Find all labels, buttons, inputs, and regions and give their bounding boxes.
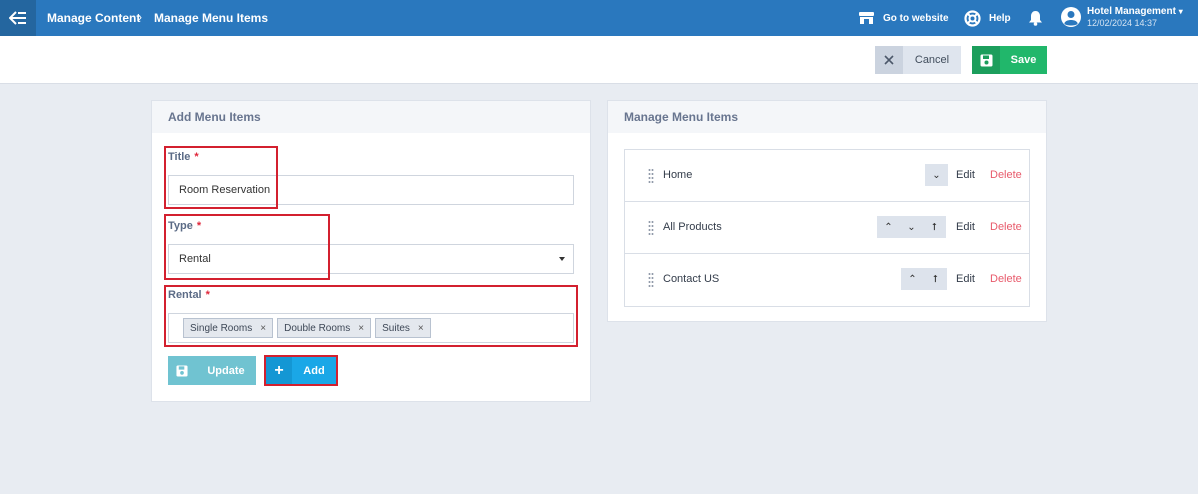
remove-tag-icon[interactable]: × [358, 323, 364, 334]
title-label-text: Title [168, 151, 191, 163]
breadcrumb-page: Manage Menu Items [154, 11, 269, 25]
title-input-value: Room Reservation [179, 184, 271, 196]
menu-toggle-button[interactable] [0, 0, 36, 36]
update-button[interactable]: Update [168, 356, 256, 385]
type-select[interactable]: Rental [168, 244, 574, 274]
remove-tag-icon[interactable]: × [418, 323, 424, 334]
drag-handle-icon[interactable] [648, 272, 654, 288]
user-menu[interactable]: Hotel Management ▾ 12/02/2024 14:37 [1060, 6, 1183, 32]
bell-icon [1029, 11, 1042, 26]
store-icon [859, 12, 874, 24]
rental-tag: Double Rooms × [277, 318, 372, 338]
caret-down-icon [559, 257, 565, 261]
move-up-icon[interactable]: ⌃ [901, 268, 924, 290]
move-down-icon[interactable]: ⌄ [900, 216, 923, 238]
reorder-controls: ⌃ ⌄ ⭡ [877, 216, 946, 238]
help-label: Help [989, 12, 1011, 24]
back-arrow-icon [9, 11, 26, 25]
update-label: Update [207, 364, 245, 377]
close-icon [875, 46, 903, 74]
rental-tag: Single Rooms × [183, 318, 274, 338]
rental-label-text: Rental [168, 289, 202, 301]
action-bar: Cancel Save [0, 36, 1198, 84]
plus-icon: + [266, 357, 292, 384]
reorder-controls: ⌃ ⭡ [901, 268, 947, 290]
rental-tag-label: Single Rooms [190, 322, 253, 334]
cancel-button[interactable]: Cancel [875, 46, 961, 74]
rental-tag: Suites × [375, 318, 431, 338]
drag-handle-icon[interactable] [648, 168, 654, 184]
delete-link[interactable]: Delete [990, 221, 1022, 233]
cancel-label: Cancel [914, 54, 950, 66]
go-to-website-label: Go to website [883, 12, 949, 24]
rental-multiselect[interactable]: Single Rooms × Double Rooms × Suites × [168, 313, 574, 343]
top-bar: Manage Content › Manage Menu Items Go to… [0, 0, 1198, 36]
delete-link[interactable]: Delete [990, 169, 1022, 181]
add-button[interactable]: + Add [266, 357, 336, 384]
type-field-label: Type * [168, 220, 201, 232]
notifications-button[interactable] [1028, 0, 1051, 36]
help-link[interactable]: Help [964, 0, 1011, 36]
move-down-icon[interactable]: ⌄ [925, 164, 948, 186]
title-input[interactable]: Room Reservation [168, 175, 574, 205]
rental-tag-label: Double Rooms [284, 322, 351, 334]
user-date: 12/02/2024 14:37 [1087, 18, 1158, 28]
breadcrumb-section[interactable]: Manage Content [47, 11, 140, 25]
drag-handle-icon[interactable] [648, 220, 654, 236]
floppy-disk-icon [972, 46, 1000, 74]
move-to-top-icon[interactable]: ⭡ [924, 268, 947, 290]
edit-link[interactable]: Edit [956, 169, 975, 181]
delete-link[interactable]: Delete [990, 273, 1022, 285]
reorder-controls: ⌄ [925, 164, 948, 186]
list-item[interactable]: Home ⌄ Edit Delete [625, 150, 1029, 202]
remove-tag-icon[interactable]: × [260, 323, 266, 334]
manage-menu-items-title: Manage Menu Items [608, 101, 1046, 133]
required-marker: * [194, 151, 199, 163]
title-field-label: Title * [168, 151, 199, 163]
menu-item-label: Home [663, 169, 693, 181]
edit-link[interactable]: Edit [956, 273, 975, 285]
edit-link[interactable]: Edit [956, 221, 975, 233]
rental-tag-label: Suites [382, 322, 410, 334]
lifebuoy-icon [964, 9, 981, 27]
user-dropdown-icon: ▾ [1178, 7, 1183, 16]
required-marker: * [196, 220, 202, 232]
rental-field-label: Rental * [168, 289, 210, 301]
user-name: Hotel Management [1087, 6, 1176, 17]
add-menu-items-title: Add Menu Items [152, 101, 590, 133]
list-item[interactable]: Contact US ⌃ ⭡ Edit Delete [625, 254, 1029, 306]
user-avatar-icon [1061, 7, 1081, 27]
type-label-text: Type [168, 220, 193, 232]
menu-items-list: Home ⌄ Edit Delete All Products ⌃ ⌄ ⭡ Ed… [624, 149, 1030, 307]
type-select-value: Rental [179, 253, 211, 265]
save-button[interactable]: Save [972, 46, 1047, 74]
go-to-website-link[interactable]: Go to website [858, 0, 949, 36]
floppy-disk-icon [168, 356, 196, 385]
menu-item-label: Contact US [663, 273, 720, 285]
add-label: Add [303, 364, 325, 377]
save-label: Save [1010, 54, 1037, 66]
move-to-top-icon[interactable]: ⭡ [923, 216, 946, 238]
list-item[interactable]: All Products ⌃ ⌄ ⭡ Edit Delete [625, 202, 1029, 254]
required-marker: * [205, 289, 210, 301]
menu-item-label: All Products [663, 221, 722, 233]
move-up-icon[interactable]: ⌃ [877, 216, 900, 238]
breadcrumb-separator-icon: › [138, 10, 142, 24]
